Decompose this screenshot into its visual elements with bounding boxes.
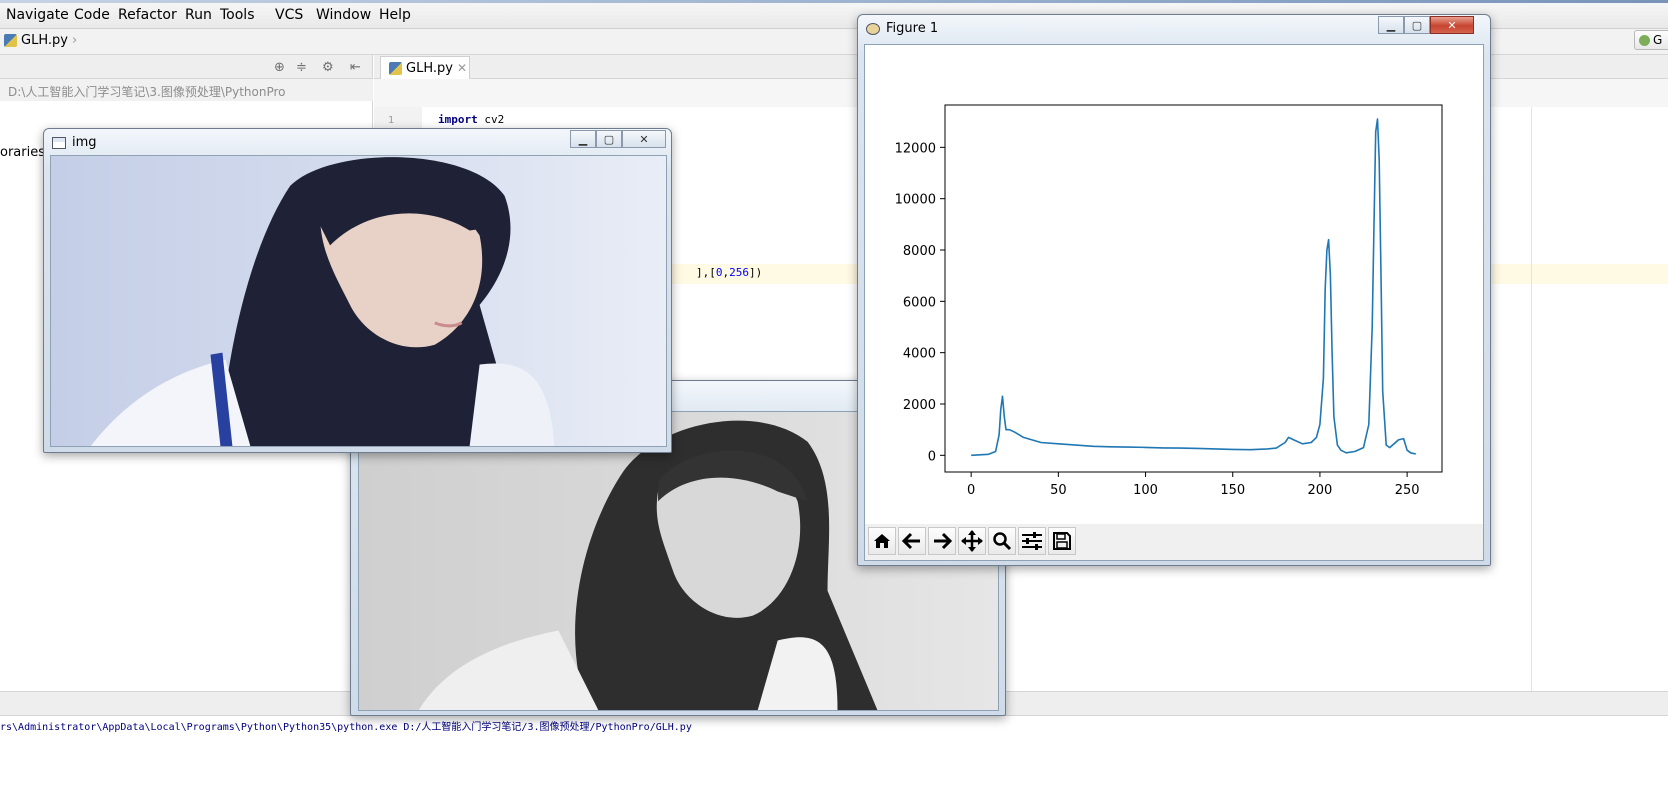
run-config-label: G: [1653, 33, 1663, 47]
run-console[interactable]: rs\Administrator\AppData\Local\Programs\…: [0, 716, 1668, 809]
code-number: 0: [715, 266, 723, 279]
code-fragment[interactable]: ],[0,256]): [696, 266, 762, 279]
x-tick-label: 250: [1395, 483, 1420, 498]
line-number: 1: [388, 115, 395, 126]
code-punct: ]): [749, 266, 763, 279]
figure-canvas-area: 0 50 100 150 200 250 0 2000 4000 6000 8000 10000 120…: [864, 44, 1484, 561]
x-tick-label: 200: [1308, 483, 1333, 498]
right-margin-guide: [1531, 107, 1532, 691]
tab-glh-py[interactable]: GLH.py ✕: [380, 56, 470, 79]
window-controls: ▁ ▢ ✕: [1378, 16, 1474, 34]
chevron-right-icon: ›: [71, 33, 78, 48]
figure-background: [865, 45, 1483, 522]
menu-run[interactable]: Run: [185, 7, 212, 23]
menu-tools[interactable]: Tools: [220, 7, 255, 23]
y-tick-label: 2000: [903, 398, 936, 413]
python-file-icon: [389, 61, 402, 75]
close-button[interactable]: ✕: [1430, 16, 1474, 34]
save-icon[interactable]: [1048, 527, 1076, 555]
y-tick-label: 12000: [895, 141, 936, 156]
code-line-1[interactable]: import cv2: [438, 113, 504, 126]
desktop: Navigate Code Refactor Run Tools VCS Win…: [0, 0, 1668, 809]
x-tick-label: 150: [1220, 483, 1245, 498]
collapse-icon[interactable]: ≑: [296, 60, 307, 75]
minimize-button[interactable]: ▁: [570, 130, 596, 148]
window-title: Figure 1: [886, 21, 939, 36]
console-command: rs\Administrator\AppData\Local\Programs\…: [0, 722, 692, 733]
x-tick-label: 100: [1133, 483, 1158, 498]
menu-navigate[interactable]: Navigate: [6, 7, 69, 23]
python-file-icon: [4, 34, 17, 47]
figure-toolbar: [865, 524, 1483, 560]
img-canvas: [50, 155, 667, 447]
maximize-button[interactable]: ▢: [1404, 16, 1430, 34]
maximize-button[interactable]: ▢: [596, 130, 622, 148]
forward-icon[interactable]: [928, 527, 956, 555]
menu-code[interactable]: Code: [74, 7, 110, 23]
window-controls: ▁ ▢ ✕: [570, 130, 666, 148]
y-tick-label: 4000: [903, 347, 936, 362]
configure-subplots-icon[interactable]: [1018, 527, 1046, 555]
menu-window[interactable]: Window: [316, 7, 371, 23]
x-tick-label: 0: [967, 483, 975, 498]
matplotlib-icon: [866, 23, 880, 35]
x-tick-label: 50: [1050, 483, 1067, 498]
window-icon: [52, 137, 66, 149]
menu-vcs[interactable]: VCS: [275, 7, 303, 23]
home-icon[interactable]: [868, 527, 896, 555]
hide-panel-icon[interactable]: ⇤: [350, 60, 361, 75]
color-photo: [51, 156, 666, 446]
close-button[interactable]: ✕: [622, 130, 666, 148]
window-title: img: [72, 135, 97, 150]
y-tick-label: 6000: [903, 295, 936, 310]
back-icon[interactable]: [898, 527, 926, 555]
figure-window[interactable]: Figure 1 ▁ ▢ ✕ 0 50 100 150 200 250 0 2000 4000 6…: [857, 14, 1491, 566]
histogram-chart[interactable]: 0 50 100 150 200 250 0 2000 4000 6000 8000 10000 120…: [865, 45, 1484, 522]
menu-help[interactable]: Help: [379, 7, 411, 23]
title-strip: [0, 0, 1668, 3]
tab-label: GLH.py: [406, 60, 453, 76]
y-tick-label: 10000: [895, 193, 936, 208]
y-tick-label: 0: [928, 449, 936, 464]
code-module: cv2: [477, 113, 505, 126]
run-config-icon: [1639, 35, 1650, 46]
pan-icon[interactable]: [958, 527, 986, 555]
img-window[interactable]: img ▁ ▢ ✕: [43, 128, 672, 453]
code-punct: ],[: [696, 266, 716, 279]
project-root-path[interactable]: D:\人工智能入门学习笔记\3.图像预处理\PythonPro: [0, 79, 373, 101]
minimize-button[interactable]: ▁: [1378, 16, 1404, 34]
code-keyword: import: [438, 113, 478, 126]
project-tool-header: ⊕ ≑ ⚙ ⇤: [0, 55, 373, 79]
code-number: 256: [729, 266, 749, 279]
close-icon[interactable]: ✕: [457, 61, 467, 75]
run-config-button[interactable]: G: [1634, 30, 1668, 50]
menu-refactor[interactable]: Refactor: [118, 7, 177, 23]
gear-icon[interactable]: ⚙: [322, 60, 334, 75]
breadcrumb-file[interactable]: GLH.py: [21, 33, 68, 48]
external-libraries-item[interactable]: oraries: [0, 145, 45, 160]
y-tick-label: 8000: [903, 244, 936, 259]
zoom-icon[interactable]: [988, 527, 1016, 555]
breadcrumb[interactable]: GLH.py ›: [4, 33, 77, 48]
locate-icon[interactable]: ⊕: [274, 60, 285, 75]
